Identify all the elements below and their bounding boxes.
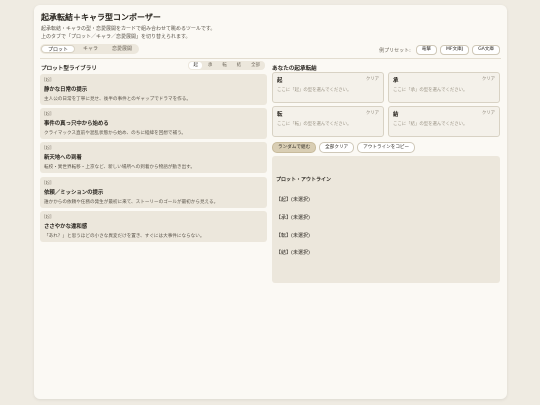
plot-description: 「あれ？」と思うほどの小さな異変だけを置き、すぐには大事件にならない。	[44, 233, 205, 239]
slot-hint: ここに「結」の型を選んでください。	[393, 122, 468, 127]
tab-romance[interactable]: 恋愛展開	[106, 45, 138, 53]
slot-clear-button[interactable]: クリア	[482, 76, 495, 82]
filter-sho[interactable]: 承	[203, 62, 216, 69]
outline-panel: プロット・アウトライン 【起】(未選択) 【承】(未選択) 【転】(未選択) 【…	[272, 156, 500, 283]
description-line-1: 起承転結・キャラの型・恋愛展開をカードで組み合わせて眺めるツールです。	[41, 26, 216, 32]
plot-card[interactable]: [起] 事件の真っ只中から始める クライマックス直前や混乱状態から始め、のちに経…	[40, 108, 267, 140]
plot-card[interactable]: [起] ささやかな違和感 「あれ？」と思うほどの小さな異変だけを置き、すぐには大…	[40, 210, 267, 242]
preset-button-dengeki[interactable]: 竜撃	[415, 45, 437, 55]
preset-button-ga[interactable]: GA文庫	[472, 45, 500, 55]
plot-card[interactable]: [起] 依頼／ミッションの提示 誰かからの依頼や任務の発生が最初に来て、ストーリ…	[40, 176, 267, 208]
outline-heading: プロット・アウトライン	[276, 177, 332, 183]
composer-card: 起承転結＋キャラ型コンポーザー 起承転結・キャラの型・恋愛展開をカードで組み合わ…	[34, 5, 507, 399]
divider	[40, 58, 501, 59]
page-title: 起承転結＋キャラ型コンポーザー	[41, 13, 161, 22]
outline-line: 【起】(未選択)	[276, 197, 310, 203]
plot-library-list: [起] 静かな日常の提示 主人公の日常を丁寧に見せ、後半の事件とのギャップでドラ…	[40, 74, 267, 245]
filter-ketsu[interactable]: 結	[232, 62, 245, 69]
kishotenketsu-slots: 起 クリア ここに「起」の型を選んでください。 承 クリア ここに「承」の型を選…	[272, 72, 500, 137]
action-bar: ランダムで組む 全部クリア アウトラインをコピー	[272, 142, 416, 153]
plot-title: 新天地への到着	[44, 155, 82, 162]
plot-description: 転校・異世界転移・上京など、新しい場所への到着から物語が動き出す。	[44, 165, 195, 171]
slot-label: 転	[277, 112, 283, 118]
slot-ten[interactable]: 転 クリア ここに「転」の型を選んでください。	[272, 106, 384, 137]
plot-tag: [起]	[44, 145, 52, 151]
plot-title: 静かな日常の提示	[44, 87, 88, 93]
slot-ki[interactable]: 起 クリア ここに「起」の型を選んでください。	[272, 72, 384, 103]
plot-title: 事件の真っ只中から始める	[44, 121, 109, 128]
slot-clear-button[interactable]: クリア	[366, 76, 379, 82]
plot-title: ささやかな違和感	[44, 223, 88, 230]
plot-tag: [起]	[44, 111, 52, 117]
plot-description: 主人公の日常を丁寧に見せ、後半の事件とのギャップでドラマを作る。	[44, 97, 191, 102]
library-filters: 起 承 転 結 全部	[188, 61, 266, 70]
plot-card[interactable]: [起] 新天地への到着 転校・異世界転移・上京など、新しい場所への到着から物語が…	[40, 142, 267, 174]
slots-title: あなたの起承転結	[272, 66, 317, 72]
slot-hint: ここに「承」の型を選んでください。	[393, 88, 468, 93]
slot-label: 結	[393, 112, 399, 118]
library-title: プロット型ライブラリ	[41, 66, 97, 72]
slot-ketsu[interactable]: 結 クリア ここに「結」の型を選んでください。	[388, 106, 500, 137]
plot-title: 依頼／ミッションの提示	[44, 189, 104, 196]
slot-clear-button[interactable]: クリア	[482, 110, 495, 116]
page-description: 起承転結・キャラの型・恋愛展開をカードで組み合わせて眺めるツールです。 上のタブ…	[41, 26, 341, 41]
slot-hint: ここに「起」の型を選んでください。	[277, 88, 352, 93]
slot-clear-button[interactable]: クリア	[366, 110, 379, 116]
outline-line: 【転】(未選択)	[276, 232, 310, 239]
plot-description: クライマックス直前や混乱状態から始め、のちに経緯を回想で補う。	[44, 131, 186, 137]
preset-label: 例プリセット:	[379, 47, 411, 54]
outline-line: 【承】(未選択)	[276, 214, 310, 221]
filter-all[interactable]: 全部	[247, 62, 265, 69]
clear-all-button[interactable]: 全部クリア	[319, 142, 355, 153]
outline-line: 【結】(未選択)	[276, 250, 310, 257]
filter-ki[interactable]: 起	[189, 62, 203, 69]
slot-sho[interactable]: 承 クリア ここに「承」の型を選んでください。	[388, 72, 500, 103]
preset-bar: 例プリセット: 竜撃 MF文庫J GA文庫	[379, 45, 500, 55]
plot-card[interactable]: [起] 静かな日常の提示 主人公の日常を丁寧に見せ、後半の事件とのギャップでドラ…	[40, 74, 267, 105]
tab-character[interactable]: キャラ	[77, 45, 104, 53]
random-compose-button[interactable]: ランダムで組む	[272, 142, 317, 153]
description-line-2: 上のタブで「プロット／キャラ／恋愛展開」を切り替えられます。	[41, 33, 191, 40]
preset-button-mf[interactable]: MF文庫J	[439, 45, 470, 55]
copy-outline-button[interactable]: アウトラインをコピー	[357, 142, 416, 153]
plot-description: 誰かからの依頼や任務の発生が最初に来て、ストーリーのゴールが最初から見える。	[44, 199, 219, 205]
filter-ten[interactable]: 転	[218, 62, 231, 69]
slot-label: 起	[277, 78, 283, 84]
slot-hint: ここに「転」の型を選んでください。	[277, 122, 352, 127]
plot-tag: [起]	[44, 77, 52, 82]
tab-plot[interactable]: プロット	[41, 45, 76, 53]
mode-tabs: プロット キャラ 恋愛展開	[40, 44, 140, 54]
plot-tag: [起]	[44, 179, 52, 185]
slot-label: 承	[393, 78, 399, 84]
plot-tag: [起]	[44, 213, 52, 219]
